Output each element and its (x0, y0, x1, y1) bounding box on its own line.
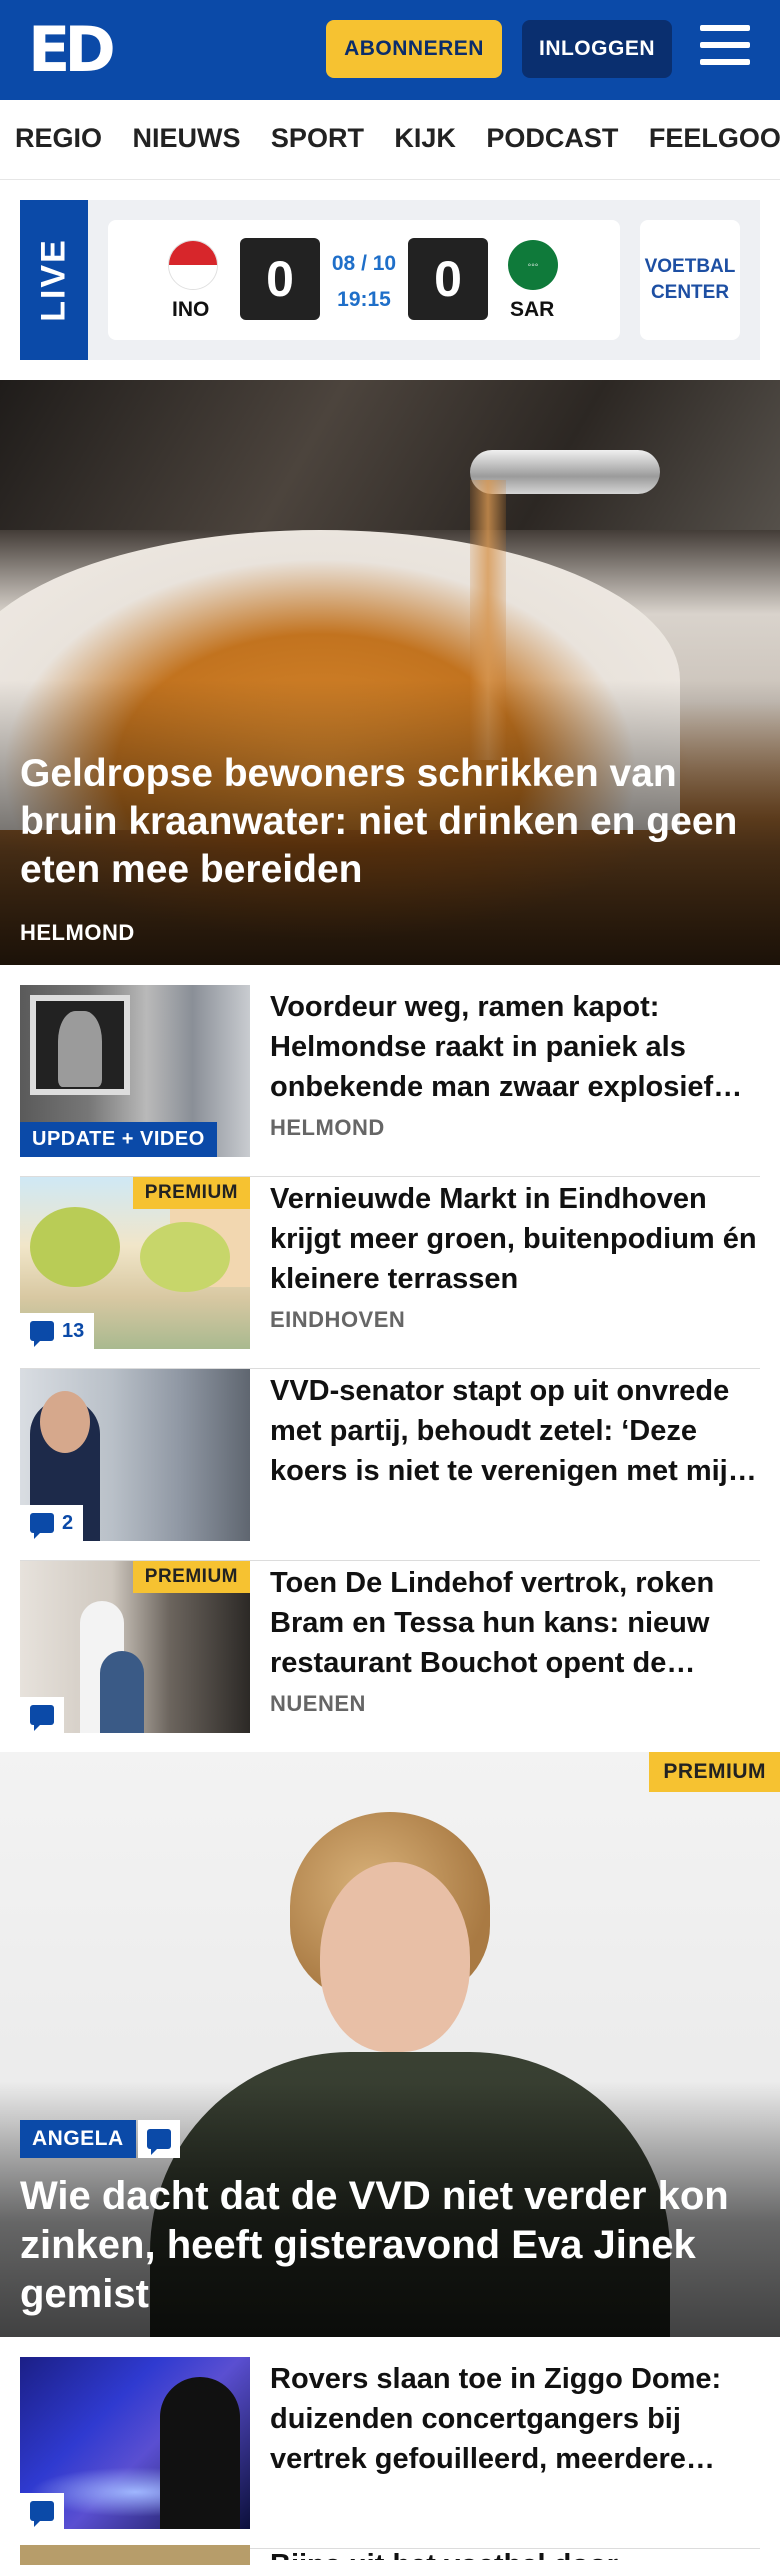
list-item[interactable]: PREMIUM Toen De Lindehof vertrok, roken … (20, 1561, 760, 1753)
top-bar: ED ABONNEREN INLOGGEN (0, 0, 780, 100)
comment-count[interactable] (20, 1697, 64, 1733)
article-title[interactable]: Vernieuwde Markt in Eindhoven krijgt mee… (270, 1179, 760, 1299)
comment-count[interactable]: 13 (20, 1313, 95, 1349)
list-item[interactable]: 2 VVD-senator stapt op uit onvrede met p… (20, 1369, 760, 1561)
ed-logo[interactable]: ED (28, 19, 118, 81)
article-location-tag: HELMOND (270, 1115, 385, 1140)
match-card[interactable]: INO 0 08 / 10 19:15 0 ◦◦◦ SAR (108, 220, 620, 340)
indonesia-flag-icon (168, 240, 218, 290)
article-title[interactable]: VVD-senator stapt op uit onvrede met par… (270, 1371, 760, 1491)
nav-item-feelgood[interactable]: FEELGOOD (649, 100, 780, 176)
nav-item-podcast[interactable]: PODCAST (486, 100, 618, 176)
hero-location-tag: HELMOND (20, 920, 135, 945)
nav-item-kijk[interactable]: KIJK (394, 100, 456, 176)
live-score-widget: LIVE INO 0 08 / 10 19:15 0 ◦◦◦ SAR VOETB… (20, 200, 760, 360)
away-team: SAR (510, 298, 555, 321)
hero-image (0, 380, 780, 530)
article-location-tag: EINDHOVEN (270, 1307, 406, 1332)
nav-item-regio[interactable]: REGIO (15, 100, 102, 176)
comment-bubble-icon (30, 2501, 54, 2527)
home-score: 0 (240, 238, 320, 320)
section-nav: REGIO NIEUWS SPORT KIJK PODCAST FEELGOOD… (0, 100, 780, 180)
article-thumbnail: 2 (20, 1369, 250, 1541)
live-tab: LIVE (20, 200, 88, 360)
premium-badge: PREMIUM (132, 1177, 250, 1209)
list-item[interactable]: UPDATE + VIDEO Voordeur weg, ramen kapot… (20, 985, 760, 1177)
login-button[interactable]: INLOGGEN (522, 20, 672, 78)
feature-title[interactable]: Wie dacht dat de VVD niet verder kon zin… (20, 2172, 760, 2319)
away-score: 0 (408, 238, 488, 320)
premium-badge: PREMIUM (649, 1752, 780, 1792)
column-label[interactable]: ANGELA (20, 2120, 136, 2158)
list-item[interactable]: PREMIUM 13 Vernieuwde Markt in Eindhoven… (20, 1177, 760, 1369)
article-location-tag: NUENEN (270, 1691, 366, 1716)
article-thumbnail (20, 2545, 250, 2565)
hero-article[interactable]: Geldropse bewoners schrikken van bruin k… (0, 380, 780, 965)
hero-title[interactable]: Geldropse bewoners schrikken van bruin k… (20, 750, 740, 894)
article-thumbnail (20, 2357, 250, 2529)
nav-item-nieuws[interactable]: NIEUWS (132, 100, 240, 176)
featured-column[interactable]: PREMIUM ANGELA Wie dacht dat de VVD niet… (0, 1752, 780, 2337)
list-item[interactable]: Bijna uit het voetbal door... (20, 2545, 760, 2565)
voetbal-center-link[interactable]: VOETBAL CENTER (640, 220, 740, 340)
update-video-badge: UPDATE + VIDEO (20, 1122, 217, 1157)
comment-count[interactable]: 2 (20, 1505, 84, 1541)
comment-count[interactable] (20, 2493, 64, 2529)
hamburger-menu-icon[interactable] (700, 25, 754, 73)
saudi-arabia-flag-icon: ◦◦◦ (508, 240, 558, 290)
comment-bubble-icon (30, 1321, 54, 1347)
comment-count[interactable] (138, 2120, 180, 2158)
subscribe-button[interactable]: ABONNEREN (326, 20, 502, 78)
article-thumbnail: UPDATE + VIDEO (20, 985, 250, 1157)
article-title[interactable]: Bijna uit het voetbal door... (270, 2545, 760, 2560)
premium-badge: PREMIUM (132, 1561, 250, 1593)
comment-bubble-icon (30, 1705, 54, 1731)
columnist-photo (320, 1862, 470, 2052)
article-title[interactable]: Toen De Lindehof vertrok, roken Bram en … (270, 1563, 760, 1683)
article-thumbnail: PREMIUM 13 (20, 1177, 250, 1349)
comment-bubble-icon (147, 2129, 171, 2155)
article-thumbnail: PREMIUM (20, 1561, 250, 1733)
list-item[interactable]: Rovers slaan toe in Ziggo Dome: duizende… (20, 2357, 760, 2549)
article-title[interactable]: Voordeur weg, ramen kapot: Helmondse raa… (270, 987, 760, 1107)
comment-bubble-icon (30, 1513, 54, 1539)
article-title[interactable]: Rovers slaan toe in Ziggo Dome: duizende… (270, 2359, 760, 2479)
nav-item-sport[interactable]: SPORT (271, 100, 364, 176)
home-team: INO (172, 298, 210, 321)
match-datetime: 08 / 10 19:15 (331, 252, 397, 311)
